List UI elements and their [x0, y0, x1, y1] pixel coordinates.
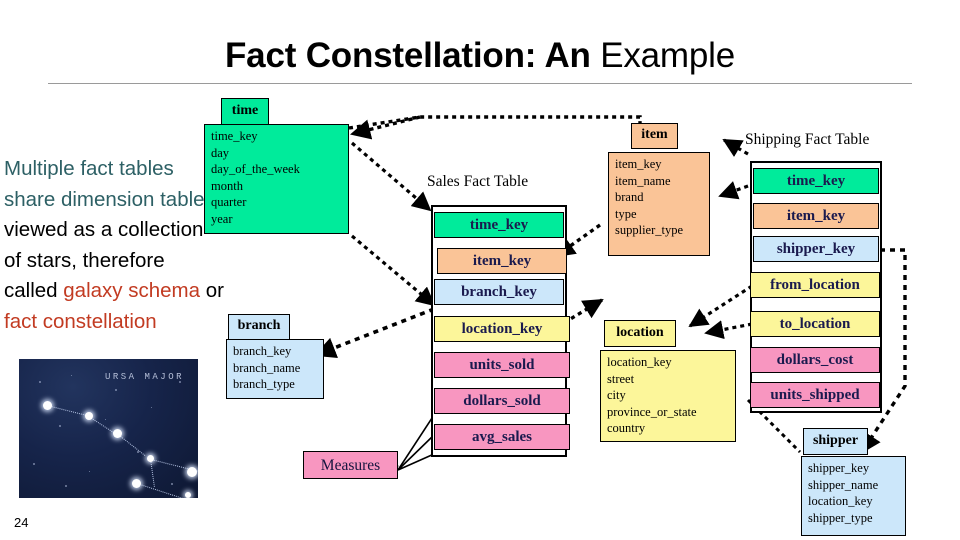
page-title: Fact Constellation: An Example: [0, 34, 960, 78]
sales-row-location-key[interactable]: location_key: [434, 316, 570, 342]
field-location-4: country: [607, 421, 646, 435]
shipping-row-dollars-cost[interactable]: dollars_cost: [750, 347, 880, 373]
field-time-1: day: [211, 145, 230, 160]
title-divider: [48, 83, 912, 84]
shipping-row-from-location[interactable]: from_location: [750, 272, 880, 298]
sales-row-avg-sales[interactable]: avg_sales: [434, 424, 570, 450]
field-location-0: location_key: [607, 355, 672, 369]
page-title-normal: Example: [590, 36, 735, 75]
field-location-1: street: [607, 371, 635, 386]
dimension-table-shipper[interactable]: shipper_key shipper_name location_key sh…: [801, 456, 906, 536]
dimension-table-item[interactable]: item_key item_name brand type supplier_t…: [608, 152, 710, 256]
dimension-title-branch[interactable]: branch: [228, 314, 290, 340]
field-time-2: day_of_the_week: [211, 162, 300, 176]
field-time-4: quarter: [211, 195, 247, 209]
body-line-5-suffix: or: [200, 279, 224, 302]
dimension-table-time[interactable]: time_key day day_of_the_week month quart…: [204, 124, 349, 234]
page-number: 24: [14, 515, 29, 530]
field-item-4: supplier_type: [615, 223, 684, 237]
sales-row-item-key[interactable]: item_key: [437, 248, 567, 274]
field-shipper-2: location_key: [808, 494, 873, 508]
body-line-6: fact constellation: [4, 309, 157, 333]
dimension-title-item[interactable]: item: [631, 123, 678, 149]
field-location-3: province_or_state: [607, 404, 697, 419]
sales-row-time-key[interactable]: time_key: [434, 212, 564, 238]
field-shipper-0: shipper_key: [808, 461, 870, 475]
field-time-0: time_key: [211, 129, 258, 143]
field-item-3: type: [615, 206, 637, 221]
sales-row-units-sold[interactable]: units_sold: [434, 352, 570, 378]
page-title-bold: Fact Constellation: An: [225, 36, 591, 75]
dimension-table-branch[interactable]: branch_key branch_name branch_type: [226, 339, 324, 399]
field-time-5: year: [211, 211, 233, 226]
shipping-row-item-key[interactable]: item_key: [753, 203, 879, 229]
shipping-row-to-location[interactable]: to_location: [750, 311, 880, 337]
dimension-title-location[interactable]: location: [604, 320, 676, 347]
field-time-3: month: [211, 178, 243, 193]
shipping-row-shipper-key[interactable]: shipper_key: [753, 236, 879, 262]
measures-callout[interactable]: Measures: [303, 451, 398, 479]
sales-fact-caption: Sales Fact Table: [427, 173, 529, 190]
sales-row-branch-key[interactable]: branch_key: [434, 279, 564, 305]
field-location-2: city: [607, 388, 626, 402]
slide-canvas: Fact Constellation: An Example Multiple …: [0, 0, 960, 540]
dimension-table-location[interactable]: location_key street city province_or_sta…: [600, 350, 736, 442]
shipping-fact-caption: Shipping Fact Table: [745, 131, 870, 148]
dimension-title-shipper[interactable]: shipper: [803, 428, 868, 455]
shipping-row-units-shipped[interactable]: units_shipped: [750, 382, 880, 408]
field-branch-1: branch_name: [233, 360, 301, 375]
dimension-title-time[interactable]: time: [221, 98, 269, 125]
body-line-5-prefix: called: [4, 279, 64, 302]
field-branch-2: branch_type: [233, 377, 295, 391]
field-branch-0: branch_key: [233, 344, 292, 358]
body-line-2: share dimension tables: [4, 187, 215, 211]
body-line-3: viewed as a collection: [4, 218, 204, 241]
field-item-2: brand: [615, 190, 644, 204]
field-item-0: item_key: [615, 157, 662, 171]
body-line-4: of stars, therefore: [4, 248, 165, 272]
sales-row-dollars-sold[interactable]: dollars_sold: [434, 388, 570, 414]
body-line-5-emphasis: galaxy schema: [63, 279, 200, 302]
constellation-image: URSA MAJOR: [18, 358, 199, 499]
body-line-1: Multiple fact tables: [4, 157, 174, 180]
field-item-1: item_name: [615, 173, 671, 188]
constellation-caption: URSA MAJOR: [104, 372, 184, 382]
shipping-row-time-key[interactable]: time_key: [753, 168, 879, 194]
field-shipper-1: shipper_name: [808, 477, 879, 492]
field-shipper-3: shipper_type: [808, 510, 873, 525]
